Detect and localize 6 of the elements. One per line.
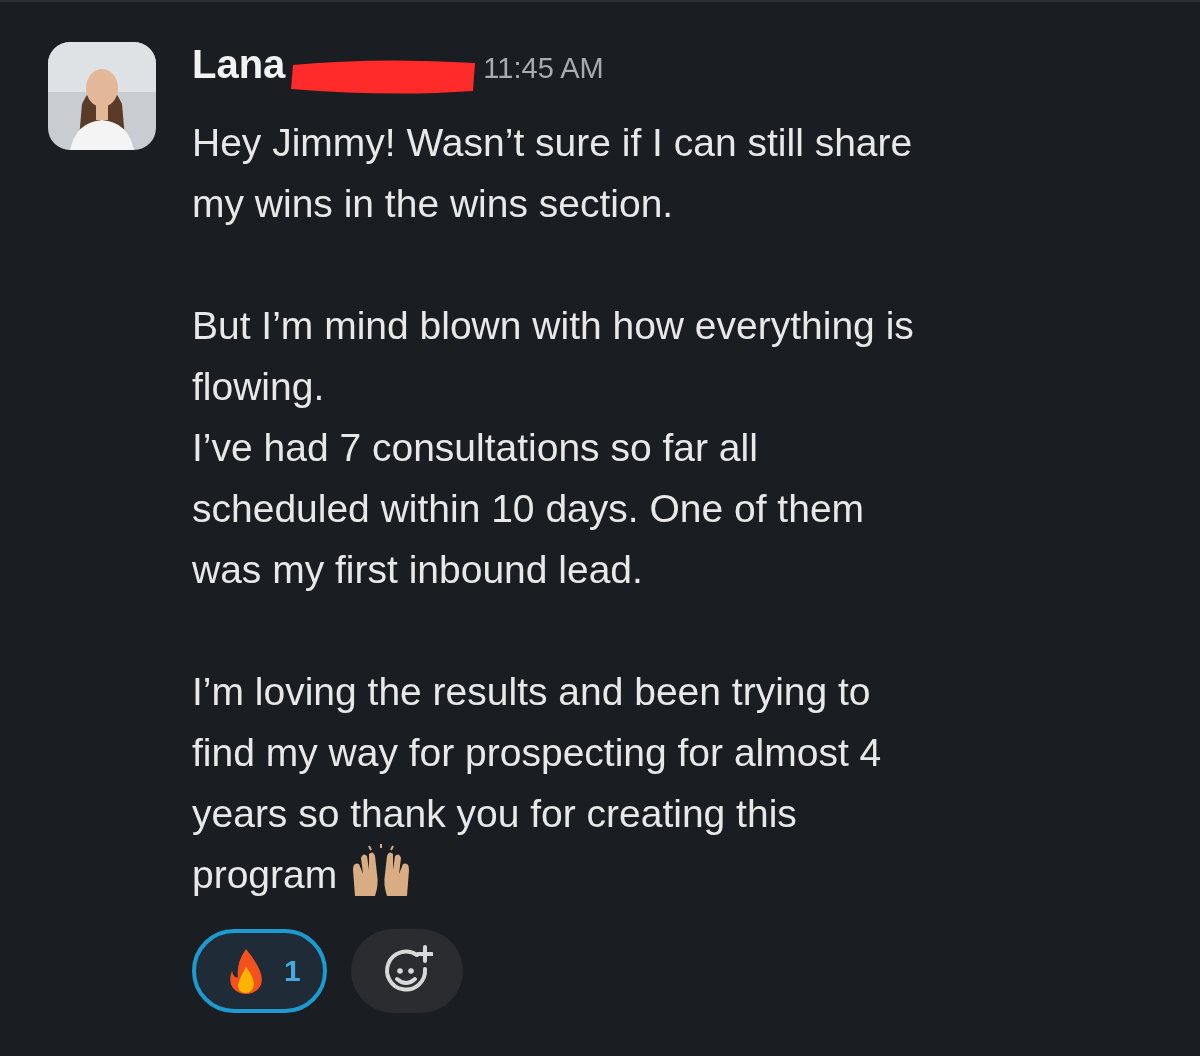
message-text: I’m loving the results and been trying to find my way for prospecting for almost 4 years so thank you for creating this program <box>192 669 883 900</box>
message-text: But I’m mind blown with how everything is flowing. I’ve had 7 consultations so far all scheduled within 10 days. One of them was my first inbound lead. <box>192 303 915 593</box>
reaction-button[interactable]: 1 <box>192 929 327 1013</box>
timestamp[interactable]: 11:45 AM <box>483 52 604 85</box>
author-name[interactable]: Lana <box>192 42 286 87</box>
message-text: Hey Jimmy! Wasn’t sure if I can still share my wins in the wins section. <box>192 120 914 227</box>
